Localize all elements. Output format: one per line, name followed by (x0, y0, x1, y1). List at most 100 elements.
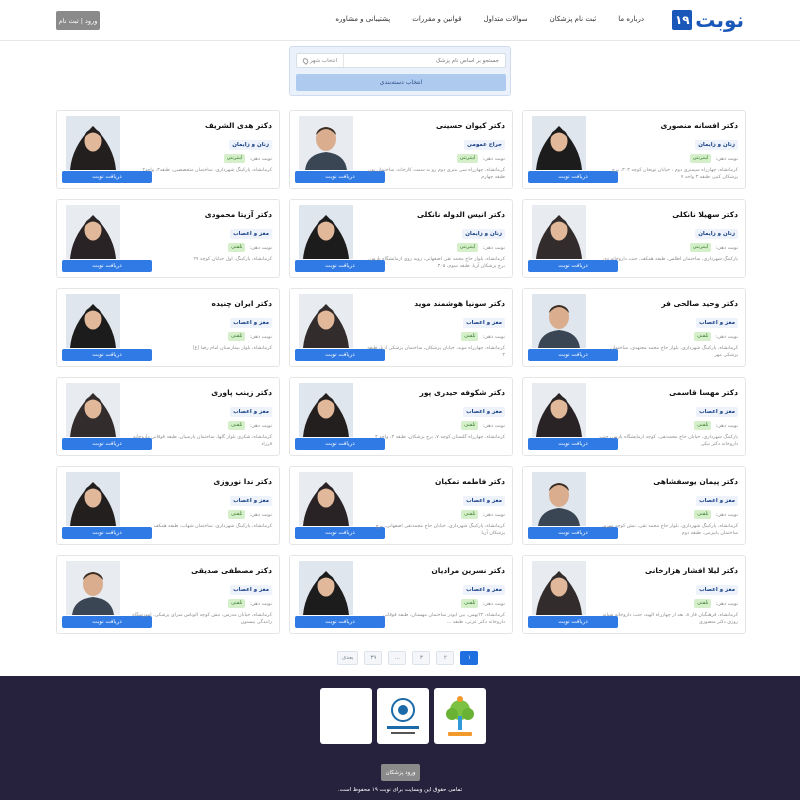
nav-support[interactable]: پشتیبانی و مشاوره (324, 15, 401, 23)
nav-faq[interactable]: سوالات متداول (472, 15, 538, 23)
enamad-seal[interactable] (320, 688, 372, 744)
doctor-card[interactable]: دریافت نوبت دکتر انیس الدوله نانکلی زنان… (289, 199, 513, 278)
doctor-card[interactable]: دریافت نوبت دکتر شکوفه حیدری پور مغز و ا… (289, 377, 513, 456)
appointment-type-row: نوبت دهی: تلفنی (365, 510, 505, 519)
pagination-next[interactable]: بعدی (337, 651, 359, 665)
appointment-type-badge: اینترنتی (456, 154, 479, 163)
appointment-type-label: نوبت دهی: (715, 511, 738, 518)
jahad-seal[interactable] (377, 688, 429, 744)
nav-doctor-register[interactable]: ثبت نام پزشکان (539, 15, 608, 23)
doctor-specialty: مغز و اعصاب (463, 318, 505, 328)
appointment-type-row: نوبت دهی: اینترنتی (365, 154, 505, 163)
doctor-photo (66, 205, 120, 259)
doctor-photo (299, 116, 353, 170)
doctor-card[interactable]: دریافت نوبت دکتر ایران چنیده مغز و اعصاب… (56, 288, 280, 367)
appointment-type-label: نوبت دهی: (715, 333, 738, 340)
doctor-name[interactable]: دکتر مصطفی صدیقی (132, 565, 272, 576)
pagination-page[interactable]: ۳۹ (364, 651, 383, 665)
doctor-address: کرمانشاه، پارکینگ شهرداری، ساختمان شهاب،… (153, 524, 272, 529)
appointment-type-label: نوبت دهی: (482, 244, 505, 251)
nav-about[interactable]: درباره ما (607, 15, 655, 23)
appointment-type-badge: تلفنی (694, 510, 712, 519)
doctor-info: دکتر ندا نوروزی مغز و اعصاب نوبت دهی: تل… (132, 476, 272, 530)
doctor-card[interactable]: دریافت نوبت دکتر نسرین مرادیان مغز و اعص… (289, 555, 513, 634)
pagination-page[interactable]: ۲ (436, 651, 455, 665)
doctor-card[interactable]: دریافت نوبت دکتر مهسا قاسمی مغز و اعصاب … (522, 377, 746, 456)
appointment-type-label: نوبت دهی: (249, 155, 272, 162)
site-logo[interactable]: نوبت ۱۹ (672, 9, 744, 31)
doctor-card[interactable]: دریافت نوبت دکتر مصطفی صدیقی مغز و اعصاب… (56, 555, 280, 634)
appointment-type-row: نوبت دهی: تلفنی (132, 421, 272, 430)
portrait-icon (532, 294, 586, 348)
doctor-card[interactable]: دریافت نوبت دکتر فاطمه تمکیان مغز و اعصا… (289, 466, 513, 545)
trust-badges (320, 688, 486, 744)
doctor-name[interactable]: دکتر ندا نوروزی (132, 476, 272, 487)
doctor-card[interactable]: دریافت نوبت دکتر سونیا هوشمند موید مغز و… (289, 288, 513, 367)
doctor-name[interactable]: دکتر هدی الشریف (132, 120, 272, 131)
doctor-specialty: زنان و زایمان (462, 229, 505, 239)
login-register-button[interactable]: ورود | ثبت نام (56, 11, 100, 30)
doctor-info: دکتر فاطمه تمکیان مغز و اعصاب نوبت دهی: … (365, 476, 505, 537)
doctor-name[interactable]: دکتر سهیلا نانکلی (598, 209, 738, 220)
search-panel: انتخاب شهر انتخاب دسته‌بندی (289, 46, 511, 96)
top-navbar: نوبت ۱۹ درباره ما ثبت نام پزشکان سوالات … (0, 0, 800, 41)
doctor-name[interactable]: دکتر افسانه منصوری (598, 120, 738, 131)
doctor-address: پارکینگ شهرداری، خیابان حاج محمدتقی، کوچ… (599, 435, 738, 447)
city-select[interactable]: انتخاب شهر (297, 54, 345, 67)
specialty-select-button[interactable]: انتخاب دسته‌بندی (296, 74, 506, 91)
doctor-info: دکتر ایران چنیده مغز و اعصاب نوبت دهی: ت… (132, 298, 272, 352)
search-row: انتخاب شهر (296, 53, 506, 68)
doctor-name[interactable]: دکتر پیمان یوسفشاهی (598, 476, 738, 487)
doctor-name[interactable]: دکتر شکوفه حیدری پور (365, 387, 506, 398)
doctor-card[interactable]: دریافت نوبت دکتر آزیتا محمودی مغز و اعصا… (56, 199, 280, 278)
doctor-name[interactable]: دکتر انیس الدوله نانکلی (365, 209, 505, 220)
doctor-name[interactable]: دکتر کیوان حسینی (365, 120, 505, 131)
appointment-type-label: نوبت دهی: (249, 600, 272, 607)
portrait-icon (299, 294, 353, 348)
doctor-search-input[interactable] (344, 54, 505, 67)
doctor-card[interactable]: دریافت نوبت دکتر سهیلا نانکلی زنان و زای… (522, 199, 746, 278)
appointment-type-row: نوبت دهی: اینترنتی (598, 243, 738, 252)
portrait-icon (299, 472, 353, 526)
doctor-name[interactable]: دکتر وحید صالحی فر (598, 298, 738, 309)
pagination-page[interactable]: ۳ (412, 651, 431, 665)
doctor-info: دکتر هدی الشریف زنان و زایمان نوبت دهی: … (132, 120, 272, 174)
doctor-name[interactable]: دکتر سونیا هوشمند موید (365, 298, 505, 309)
doctor-card[interactable]: دریافت نوبت دکتر کیوان حسینی جراح عمومی … (289, 110, 513, 189)
doctor-address: کرمانشاه، چهارراه گلستان کوچه ۷، برج پزش… (375, 435, 505, 440)
doctor-photo (299, 205, 353, 259)
doctor-card[interactable]: دریافت نوبت دکتر پیمان یوسفشاهی مغز و اع… (522, 466, 746, 545)
doctor-name[interactable]: دکتر ایران چنیده (132, 298, 272, 309)
doctors-login-button[interactable]: ورود پزشکان (381, 764, 420, 781)
doctor-name[interactable]: دکتر نسرین مرادیان (365, 565, 505, 576)
portrait-icon (532, 205, 586, 259)
doctor-address: کرمانشاه، چهارراه سی متری دوم رو به سمت … (367, 168, 505, 180)
doctor-info: دکتر افسانه منصوری زنان و زایمان نوبت ده… (598, 120, 738, 181)
knowledge-company-seal[interactable] (434, 688, 486, 744)
doctor-card[interactable]: دریافت نوبت دکتر زینب پاوری مغز و اعصاب … (56, 377, 280, 456)
appointment-type-badge: تلفنی (461, 599, 479, 608)
appointment-type-badge: تلفنی (694, 421, 712, 430)
doctor-name[interactable]: دکتر فاطمه تمکیان (365, 476, 505, 487)
doctor-specialty: مغز و اعصاب (230, 318, 272, 328)
doctor-name[interactable]: دکتر لیلا افشار هزارخانی (598, 565, 738, 576)
doctor-card[interactable]: دریافت نوبت دکتر هدی الشریف زنان و زایما… (56, 110, 280, 189)
portrait-icon (66, 383, 120, 437)
site-footer: ورود پزشکان تمامی حقوق این وبسایت برای ن… (0, 676, 800, 800)
doctor-address: کرمانشاه، فرهنگیان فاز ۸، بعد از چهارراه… (602, 613, 738, 625)
doctor-address: کرمانشاه، خیابان مدرس، نبش کوچه الوباس س… (132, 613, 272, 625)
nav-rules[interactable]: قوانین و مقررات (401, 15, 472, 23)
doctor-name[interactable]: دکتر آزیتا محمودی (132, 209, 272, 220)
appointment-type-label: نوبت دهی: (249, 244, 272, 251)
doctor-card[interactable]: دریافت نوبت دکتر وحید صالحی فر مغز و اعص… (522, 288, 746, 367)
doctor-card[interactable]: دریافت نوبت دکتر ندا نوروزی مغز و اعصاب … (56, 466, 280, 545)
doctor-address: کرمانشاه، بلوار بیمارستان امام رضا (ع) (192, 346, 272, 351)
doctor-card[interactable]: دریافت نوبت دکتر لیلا افشار هزارخانی مغز… (522, 555, 746, 634)
doctor-card[interactable]: دریافت نوبت دکتر افسانه منصوری زنان و زا… (522, 110, 746, 189)
doctor-name[interactable]: دکتر زینب پاوری (132, 387, 272, 398)
pagination-page-active[interactable]: ۱ (460, 651, 479, 665)
copyright-text: تمامی حقوق این وبسایت برای نوبت ۱۹ محفوظ… (337, 787, 463, 793)
appointment-type-label: نوبت دهی: (715, 600, 738, 607)
doctor-name[interactable]: دکتر مهسا قاسمی (598, 387, 738, 398)
appointment-type-badge: تلفنی (228, 510, 246, 519)
